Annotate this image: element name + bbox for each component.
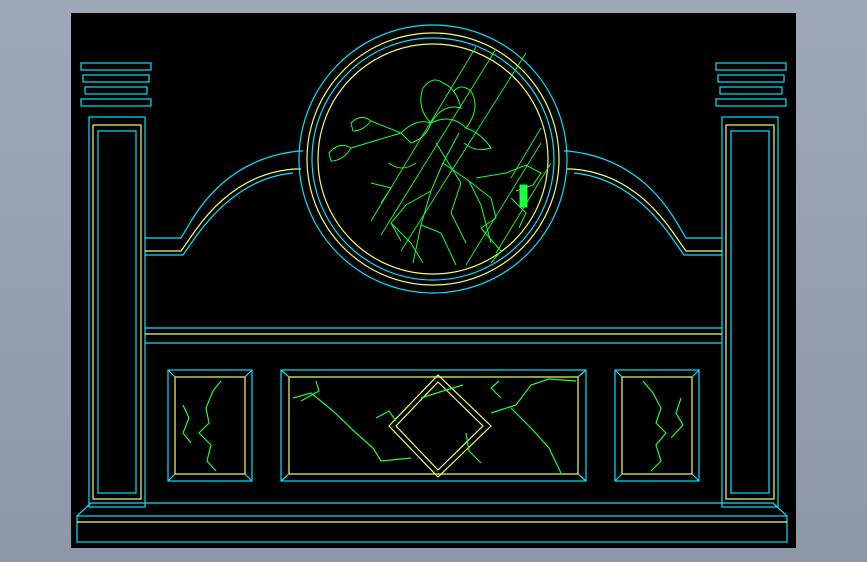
left-pillar [80, 62, 152, 508]
right-marble-panel [614, 369, 700, 482]
peony-flower-carving [328, 79, 542, 266]
center-marble-panel [280, 369, 587, 482]
horizontal-beam [145, 327, 722, 344]
cad-viewport[interactable] [71, 13, 796, 548]
arched-top-rail [145, 150, 722, 256]
base-plinth [76, 502, 788, 543]
cad-drawing [76, 24, 788, 543]
round-window [298, 24, 568, 294]
left-marble-panel [167, 369, 253, 482]
right-pillar [715, 62, 787, 508]
